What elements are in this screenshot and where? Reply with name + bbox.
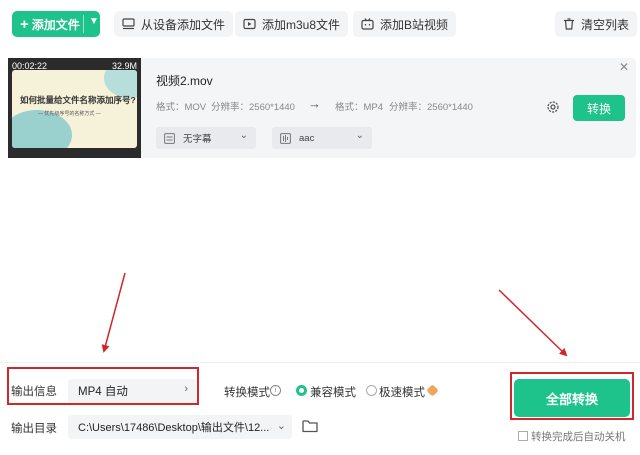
thumbnail-frame: 如何批量给文件名称添加序号? — 优先级序号的名称方式 —	[12, 70, 137, 148]
output-dir-value: C:\Users\17486\Desktop\输出文件\12...	[78, 422, 270, 434]
auto-shutdown-checkbox[interactable]	[518, 431, 528, 441]
annotation-highlight-output	[7, 367, 199, 405]
thumbnail-subtitle: — 优先级序号的名称方式 —	[38, 111, 101, 117]
auto-shutdown-label[interactable]: 转换完成后自动关机	[531, 429, 626, 444]
mode-label: 转换模式	[224, 387, 270, 399]
divider	[83, 15, 84, 33]
audio-select[interactable]: aac ⌄	[272, 127, 372, 149]
video-size: 32.9M	[111, 61, 137, 71]
add-bilibili-label: 添加B站视频	[380, 17, 449, 32]
toolbar: + 添加文件 ▼ 从设备添加文件 添加m3u8文件 添加B站视频 清空列表	[0, 0, 640, 48]
audio-icon	[280, 132, 291, 144]
file-name: 视频2.mov	[156, 74, 213, 88]
compatible-mode-radio[interactable]	[296, 385, 307, 396]
trash-icon	[564, 18, 574, 30]
add-file-label: 添加文件	[31, 17, 80, 32]
gear-icon[interactable]	[546, 100, 560, 114]
add-from-device-label: 从设备添加文件	[141, 17, 226, 32]
folder-icon[interactable]	[302, 419, 318, 433]
fast-mode-radio[interactable]	[366, 385, 377, 396]
bilibili-icon	[361, 18, 374, 30]
file-item: 如何批量给文件名称添加序号? — 优先级序号的名称方式 — 00:02:22 3…	[8, 58, 636, 158]
subtitle-value: 无字幕	[183, 134, 212, 145]
subtitle-icon	[164, 132, 175, 144]
video-thumbnail[interactable]: 如何批量给文件名称添加序号? — 优先级序号的名称方式 — 00:02:22 3…	[8, 58, 141, 158]
compatible-mode-label[interactable]: 兼容模式	[310, 384, 356, 400]
arrow-right-icon: →	[308, 96, 321, 111]
chevron-down-icon: ⌄	[239, 130, 248, 141]
thumbnail-title: 如何批量给文件名称添加序号?	[20, 95, 136, 105]
add-m3u8-label: 添加m3u8文件	[262, 17, 341, 32]
source-format: 格式：MOV	[156, 102, 207, 113]
target-resolution: 分辨率：2560*1440	[389, 102, 473, 113]
audio-value: aac	[299, 132, 315, 144]
video-duration: 00:02:22	[12, 61, 48, 71]
output-dir-label: 输出目录	[11, 423, 57, 435]
add-from-device-button[interactable]: 从设备添加文件	[114, 11, 234, 37]
annotation-highlight-convert-all	[510, 372, 634, 420]
info-icon[interactable]: i	[270, 385, 281, 396]
annotation-arrow	[101, 272, 126, 353]
add-bilibili-button[interactable]: 添加B站视频	[353, 11, 457, 37]
close-icon[interactable]: ✕	[619, 60, 629, 74]
clear-list-button[interactable]: 清空列表	[555, 11, 638, 37]
annotation-arrow	[498, 289, 568, 357]
chevron-down-icon: ⌄	[274, 419, 286, 432]
video-icon	[243, 18, 256, 30]
clear-list-label: 清空列表	[581, 17, 630, 32]
device-icon	[122, 18, 135, 30]
convert-button[interactable]: 转换	[573, 95, 625, 121]
add-file-button[interactable]: + 添加文件 ▼	[12, 11, 100, 37]
add-m3u8-button[interactable]: 添加m3u8文件	[235, 11, 349, 37]
vip-badge-icon	[426, 384, 439, 397]
plus-icon: +	[20, 15, 29, 33]
chevron-down-icon[interactable]: ▼	[89, 16, 99, 27]
target-format: 格式：MP4	[335, 102, 384, 113]
chevron-down-icon: ⌄	[355, 130, 364, 141]
fast-mode-label[interactable]: 极速模式	[379, 384, 425, 400]
source-resolution: 分辨率：2560*1440	[211, 102, 295, 113]
output-dir-select[interactable]: C:\Users\17486\Desktop\输出文件\12... ⌄	[68, 415, 292, 439]
subtitle-select[interactable]: 无字幕 ⌄	[156, 127, 256, 149]
